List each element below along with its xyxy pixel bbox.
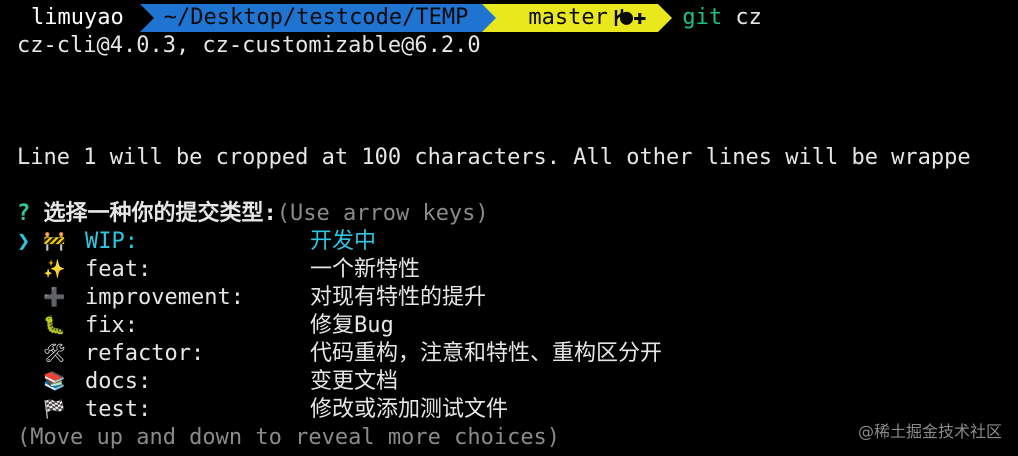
choice-description: 开发中 xyxy=(310,229,377,254)
prompt-branch: master xyxy=(528,5,608,30)
choice-description: 修改或添加测试文件 xyxy=(310,397,509,422)
watermark: @稀土掘金技术社区 xyxy=(857,422,1002,441)
choice-description: 代码重构，注意和特性、重构区分开 xyxy=(310,341,663,366)
typed-command: git cz xyxy=(658,4,762,32)
question-line: ? 选择一种你的提交类型: (Use arrow keys) xyxy=(17,200,489,228)
choice-item[interactable]: 🏁 test: 修改或添加测试文件 xyxy=(17,396,508,424)
terminal-window[interactable]: limuyao ~/Desktop/testcode/TEMP master ●… xyxy=(0,0,1018,456)
choice-description: 一个新特性 xyxy=(310,257,421,282)
prompt-directory: ~/Desktop/testcode/TEMP xyxy=(163,5,469,30)
segment-arrow-icon xyxy=(139,4,154,32)
prompt-git-segment: master ●✚ xyxy=(482,4,673,32)
choice-type-name: improvement: xyxy=(85,285,244,310)
choice-item[interactable]: ✨ feat: 一个新特性 xyxy=(17,256,420,284)
prompt-user-segment: limuyao xyxy=(17,4,154,32)
prompt-directory-segment: ~/Desktop/testcode/TEMP xyxy=(139,4,497,32)
question-mark: ? xyxy=(17,201,31,226)
choice-item[interactable]: 📚 docs: 变更文档 xyxy=(17,368,398,396)
choice-type-name: feat: xyxy=(85,257,152,282)
plus-icon: ➕ xyxy=(43,287,66,308)
choice-type-name: refactor: xyxy=(85,341,205,366)
footer-hint: (Move up and down to reveal more choices… xyxy=(17,425,561,450)
question-hint: (Use arrow keys) xyxy=(276,201,489,226)
shell-prompt: limuyao ~/Desktop/testcode/TEMP master ●… xyxy=(17,4,762,32)
version-line: cz-cli@4.0.3, cz-customizable@6.2.0 xyxy=(17,33,481,58)
choice-type-name: fix: xyxy=(85,313,138,338)
command-name: git xyxy=(682,5,723,30)
choice-description: 修复Bug xyxy=(310,313,394,338)
choice-item[interactable]: ➕ improvement: 对现有特性的提升 xyxy=(17,284,486,312)
bug-icon: 🐛 xyxy=(43,315,66,336)
books-icon: 📚 xyxy=(43,371,66,392)
git-branch-icon xyxy=(506,0,624,60)
segment-arrow-icon xyxy=(482,4,497,32)
choice-type-name: test: xyxy=(85,397,152,422)
choice-item[interactable]: ❯ 🚧 WIP: 开发中 xyxy=(17,228,376,256)
construction-icon: 🚧 xyxy=(43,231,66,252)
selection-pointer-icon: ❯ xyxy=(17,229,31,254)
choice-description: 变更文档 xyxy=(310,369,399,394)
prompt-git-status: ●✚ xyxy=(619,5,647,30)
choice-type-name: WIP: xyxy=(85,229,138,254)
command-arg: cz xyxy=(735,5,762,30)
question-text: 选择一种你的提交类型: xyxy=(43,201,277,226)
crop-notice: Line 1 will be cropped at 100 characters… xyxy=(17,145,971,170)
tools-icon: 🛠 xyxy=(43,343,66,364)
choice-item[interactable]: 🐛 fix: 修复Bug xyxy=(17,312,394,340)
prompt-user: limuyao xyxy=(31,5,124,30)
segment-arrow-icon xyxy=(658,4,673,32)
choice-type-name: docs: xyxy=(85,369,152,394)
choice-item[interactable]: 🛠 refactor: 代码重构，注意和特性、重构区分开 xyxy=(17,340,662,368)
checkered-flag-icon: 🏁 xyxy=(43,399,66,420)
sparkles-icon: ✨ xyxy=(43,259,66,280)
choice-description: 对现有特性的提升 xyxy=(310,285,487,310)
